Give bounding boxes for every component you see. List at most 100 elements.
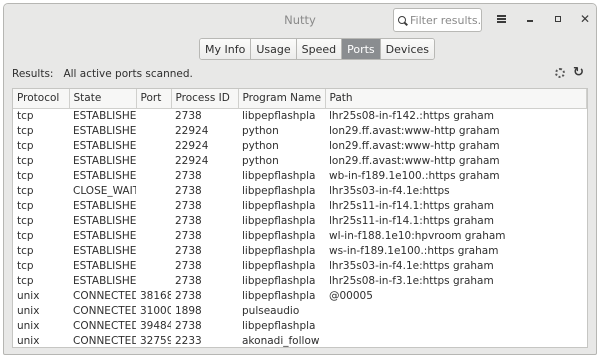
cell-port [136, 123, 171, 138]
cell-process-id: 2738 [175, 169, 202, 182]
cell-state: CONNECTED [73, 334, 136, 347]
cell-path: lon29.ff.avast:www-http graham [329, 124, 500, 137]
cell-state: ESTABLISHED [73, 214, 136, 227]
column-header-path[interactable]: Path [325, 89, 587, 109]
cell-state: ESTABLISHED [73, 274, 136, 287]
cell-program-name: libpepflashpla [242, 289, 316, 302]
close-icon[interactable]: ✕ [576, 10, 594, 28]
table-row[interactable]: tcp ESTABLISHED 2738 libpepflashpla lhr25s11… [13, 213, 587, 228]
table-row[interactable]: unix CONNECTED 39484 2738 libpepflashpla [13, 318, 587, 333]
table-row[interactable]: tcp ESTABLISHED 2738 libpepflashpla lhr25s11… [13, 198, 587, 213]
cell-path: lon29.ff.avast:www-http graham [329, 154, 500, 167]
cell-program-name: libpepflashpla [242, 259, 316, 272]
cell-program-name: libpepflashpla [242, 214, 316, 227]
cell-process-id: 2738 [175, 289, 202, 302]
cell-state: ESTABLISHED [73, 199, 136, 212]
hamburger-menu-icon[interactable] [492, 10, 510, 28]
column-header-program-name[interactable]: Program Name [238, 89, 326, 109]
cell-port [136, 183, 171, 198]
ports-table: Protocol State Port Process ID Program N… [12, 88, 588, 348]
cell-path: lhr25s11-in-f14.1:https graham [329, 214, 494, 227]
table-row[interactable]: unix CONNECTED 38168 2738 libpepflashpla @000… [13, 288, 587, 303]
column-header-state[interactable]: State [69, 89, 137, 109]
table-row[interactable]: tcp ESTABLISHED 2738 libpepflashpla wb-in-f1… [13, 168, 587, 183]
minimize-icon[interactable] [521, 10, 539, 28]
cell-protocol: unix [17, 304, 40, 317]
cell-path: @00005 [329, 289, 373, 302]
cell-path: lhr25s11-in-f14.1:https graham [329, 199, 494, 212]
table-row[interactable]: tcp ESTABLISHED 2738 libpepflashpla lhr25s08… [13, 273, 587, 288]
cell-protocol: tcp [17, 199, 34, 212]
cell-process-id: 22924 [175, 139, 209, 152]
table-row[interactable]: tcp ESTABLISHED 2738 libpepflashpla lhr25s08… [13, 108, 587, 123]
table-header-row: Protocol State Port Process ID Program N… [13, 89, 587, 109]
cell-port [136, 243, 171, 258]
column-header-process-id[interactable]: Process ID [171, 89, 239, 109]
tab-my-info[interactable]: My Info [200, 39, 252, 59]
cell-program-name: libpepflashpla [242, 274, 316, 287]
column-header-protocol[interactable]: Protocol [13, 89, 70, 109]
table-row[interactable]: tcp ESTABLISHED 22924 python lon29.ff.avast:… [13, 153, 587, 168]
table-row[interactable]: tcp ESTABLISHED 22924 python lon29.ff.avast:… [13, 138, 587, 153]
cell-process-id: 2738 [175, 184, 202, 197]
cell-protocol: tcp [17, 274, 34, 287]
cell-path [325, 318, 587, 333]
results-label: Results: [12, 68, 54, 80]
cell-protocol: tcp [17, 214, 34, 227]
table-row[interactable]: tcp ESTABLISHED 22924 python lon29.ff.avast:… [13, 123, 587, 138]
cell-path: lhr25s08-in-f3.1e:https graham [329, 274, 494, 287]
cell-process-id: 22924 [175, 124, 209, 137]
tab-speed[interactable]: Speed [296, 39, 343, 59]
cell-process-id: 2738 [175, 259, 202, 272]
cell-state: CONNECTED [73, 289, 136, 302]
cell-port [136, 228, 171, 243]
table-row[interactable]: tcp CLOSE_WAIT 2738 libpepflashpla lhr35s03-… [13, 183, 587, 198]
cell-port [136, 108, 171, 123]
cell-process-id: 1898 [175, 304, 202, 317]
maximize-icon[interactable] [549, 10, 567, 28]
tab-ports[interactable]: Ports [342, 39, 381, 59]
app-window: Nutty ✕ My Info Usage Speed Ports Device… [3, 3, 597, 355]
search-box[interactable] [393, 8, 482, 32]
cell-protocol: unix [17, 319, 40, 332]
cell-protocol: tcp [17, 229, 34, 242]
cell-process-id: 2738 [175, 199, 202, 212]
cell-port [136, 198, 171, 213]
column-header-port[interactable]: Port [136, 89, 172, 109]
cell-process-id: 2738 [175, 274, 202, 287]
results-status: Results: All active ports scanned. [12, 68, 193, 80]
cell-port [136, 213, 171, 228]
table-row[interactable]: unix CONNECTED 31000 1898 pulseaudio [13, 303, 587, 318]
tab-devices[interactable]: Devices [380, 39, 434, 59]
refresh-icon[interactable]: ↻ [573, 65, 584, 80]
cell-process-id: 2233 [175, 334, 202, 347]
cell-state: ESTABLISHED [73, 124, 136, 137]
search-input[interactable] [410, 13, 480, 27]
cell-state: ESTABLISHED [73, 169, 136, 182]
table-row[interactable]: tcp ESTABLISHED 2738 libpepflashpla ws-in-f1… [13, 243, 587, 258]
cell-state: CONNECTED [73, 304, 136, 317]
cell-path: wl-in-f188.1e10:hpvroom graham [329, 229, 506, 242]
cell-state: ESTABLISHED [73, 244, 136, 257]
cell-state: CLOSE_WAIT [73, 184, 136, 197]
scrollbar[interactable] [583, 109, 587, 347]
table-row[interactable]: unix CONNECTED 32759 2233 akonadi_follow [13, 333, 587, 347]
cell-path: wb-in-f189.1e100.:https graham [329, 169, 500, 182]
cell-process-id: 2738 [175, 229, 202, 242]
table-row[interactable]: tcp ESTABLISHED 2738 libpepflashpla wl-in-f1… [13, 228, 587, 243]
cell-port [136, 138, 171, 153]
cell-program-name: python [242, 154, 279, 167]
cell-state: ESTABLISHED [73, 259, 136, 272]
table-row[interactable]: tcp ESTABLISHED 2738 libpepflashpla lhr35s03… [13, 258, 587, 273]
cell-process-id: 2738 [175, 244, 202, 257]
cell-program-name: libpepflashpla [242, 199, 316, 212]
cell-protocol: tcp [17, 244, 34, 257]
cell-protocol: tcp [17, 154, 34, 167]
cell-state: ESTABLISHED [73, 139, 136, 152]
tab-usage[interactable]: Usage [251, 39, 297, 59]
cell-path: lhr35s03-in-f4.1e:https [329, 184, 450, 197]
cell-port: 39484 [140, 319, 171, 332]
cell-program-name: libpepflashpla [242, 244, 316, 257]
cell-state: ESTABLISHED [73, 229, 136, 242]
cell-program-name: akonadi_follow [242, 334, 320, 347]
